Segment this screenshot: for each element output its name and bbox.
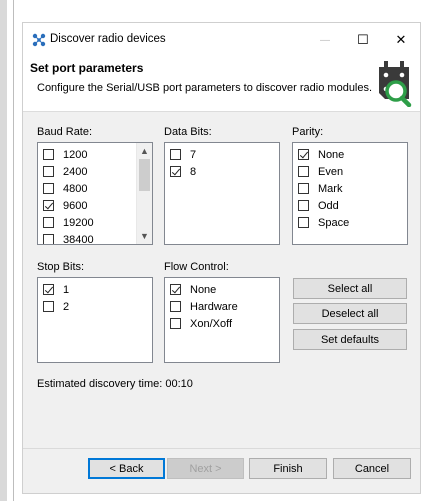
checkbox-checked[interactable]: [298, 149, 309, 160]
baud-rate-item-2400[interactable]: 2400: [43, 163, 87, 180]
stop-bits-label: Stop Bits:: [37, 261, 85, 273]
baud-rate-scrollbar[interactable]: ▲ ▼: [136, 143, 152, 244]
item-label: 2400: [63, 165, 88, 178]
item-label: 8: [190, 165, 197, 178]
checkbox-checked[interactable]: [43, 200, 54, 211]
finish-button[interactable]: Finish: [249, 458, 327, 479]
radio-search-icon: [379, 61, 412, 107]
item-label: None: [318, 148, 345, 161]
checkbox[interactable]: [298, 166, 309, 177]
parity-item-even[interactable]: Even: [298, 163, 343, 180]
set-defaults-button[interactable]: Set defaults: [293, 329, 407, 350]
checkbox[interactable]: [43, 149, 54, 160]
checkbox[interactable]: [43, 217, 54, 228]
item-label: 1200: [63, 148, 88, 161]
cancel-button[interactable]: Cancel: [333, 458, 411, 479]
baud-rate-item-38400[interactable]: 38400: [43, 231, 94, 245]
window-title: Discover radio devices: [50, 33, 166, 45]
flow-control-label: Flow Control:: [164, 261, 229, 273]
checkbox[interactable]: [170, 301, 181, 312]
checkbox[interactable]: [170, 149, 181, 160]
baud-rate-label: Baud Rate:: [37, 126, 93, 138]
item-label: Xon/Xoff: [190, 317, 232, 330]
checkbox[interactable]: [43, 234, 54, 244]
flow-control-item-xon-xoff[interactable]: Xon/Xoff: [170, 315, 232, 332]
stop-bits-item-1[interactable]: 1: [43, 281, 69, 298]
flow-control-item-none[interactable]: None: [170, 281, 216, 298]
item-label: Even: [318, 165, 344, 178]
item-label: 38400: [63, 233, 94, 245]
page-title: Set port parameters: [30, 61, 144, 75]
item-label: 19200: [63, 216, 94, 229]
title-bar[interactable]: Discover radio devices — ☐ ✕: [23, 23, 420, 55]
data-bits-label: Data Bits:: [164, 126, 212, 138]
parity-label: Parity:: [292, 126, 324, 138]
baud-rate-item-4800[interactable]: 4800: [43, 180, 87, 197]
discover-radio-devices-dialog: Discover radio devices — ☐ ✕ Set port pa…: [22, 22, 421, 494]
item-label: 2: [63, 300, 70, 313]
scroll-thumb[interactable]: [139, 159, 150, 191]
item-label: 7: [190, 148, 197, 161]
item-label: 9600: [63, 199, 88, 212]
checkbox[interactable]: [43, 183, 54, 194]
parity-item-mark[interactable]: Mark: [298, 180, 342, 197]
baud-rate-list[interactable]: 1200 2400 4800 9600 19200 38400 ▲ ▼: [37, 142, 153, 245]
parity-item-odd[interactable]: Odd: [298, 197, 339, 214]
network-nodes-icon: [32, 33, 46, 47]
checkbox[interactable]: [43, 301, 54, 312]
close-icon: ✕: [395, 32, 407, 47]
baud-rate-item-19200[interactable]: 19200: [43, 214, 94, 231]
data-bits-item-8[interactable]: 8: [170, 163, 196, 180]
item-label: Odd: [318, 199, 339, 212]
minimize-icon: —: [320, 34, 330, 46]
parity-item-none[interactable]: None: [298, 146, 344, 163]
select-all-button[interactable]: Select all: [293, 278, 407, 299]
item-label: Mark: [318, 182, 343, 195]
wizard-header: Set port parameters Configure the Serial…: [23, 55, 420, 112]
parity-item-space[interactable]: Space: [298, 214, 349, 231]
background-window-border: [13, 0, 14, 501]
item-label: 1: [63, 283, 70, 296]
item-label: Space: [318, 216, 350, 229]
stop-bits-item-2[interactable]: 2: [43, 298, 69, 315]
item-label: None: [190, 283, 217, 296]
parity-list[interactable]: None Even Mark Odd Space: [292, 142, 408, 245]
next-button[interactable]: Next >: [167, 458, 244, 479]
flow-control-list[interactable]: None Hardware Xon/Xoff: [164, 277, 280, 363]
checkbox[interactable]: [170, 318, 181, 329]
data-bits-item-7[interactable]: 7: [170, 146, 196, 163]
baud-rate-item-9600[interactable]: 9600: [43, 197, 87, 214]
baud-rate-item-1200[interactable]: 1200: [43, 146, 87, 163]
scroll-down-icon[interactable]: ▼: [137, 228, 152, 244]
checkbox[interactable]: [43, 166, 54, 177]
footer-divider: [23, 448, 420, 449]
scroll-up-icon[interactable]: ▲: [137, 143, 152, 159]
maximize-button[interactable]: ☐: [344, 27, 382, 53]
flow-control-item-hardware[interactable]: Hardware: [170, 298, 238, 315]
item-label: 4800: [63, 182, 88, 195]
stop-bits-list[interactable]: 1 2: [37, 277, 153, 363]
checkbox-checked[interactable]: [43, 284, 54, 295]
checkbox-checked[interactable]: [170, 166, 181, 177]
minimize-button[interactable]: —: [306, 27, 344, 53]
checkbox[interactable]: [298, 200, 309, 211]
checkbox[interactable]: [298, 217, 309, 228]
checkbox[interactable]: [298, 183, 309, 194]
close-button[interactable]: ✕: [382, 27, 420, 53]
background-window-edge: [0, 0, 7, 501]
page-subtitle: Configure the Serial/USB port parameters…: [37, 82, 373, 94]
data-bits-list[interactable]: 7 8: [164, 142, 280, 245]
back-button[interactable]: < Back: [88, 458, 165, 479]
maximize-icon: ☐: [357, 32, 369, 47]
deselect-all-button[interactable]: Deselect all: [293, 303, 407, 324]
item-label: Hardware: [190, 300, 238, 313]
checkbox-checked[interactable]: [170, 284, 181, 295]
estimated-discovery-time: Estimated discovery time: 00:10: [37, 378, 193, 390]
